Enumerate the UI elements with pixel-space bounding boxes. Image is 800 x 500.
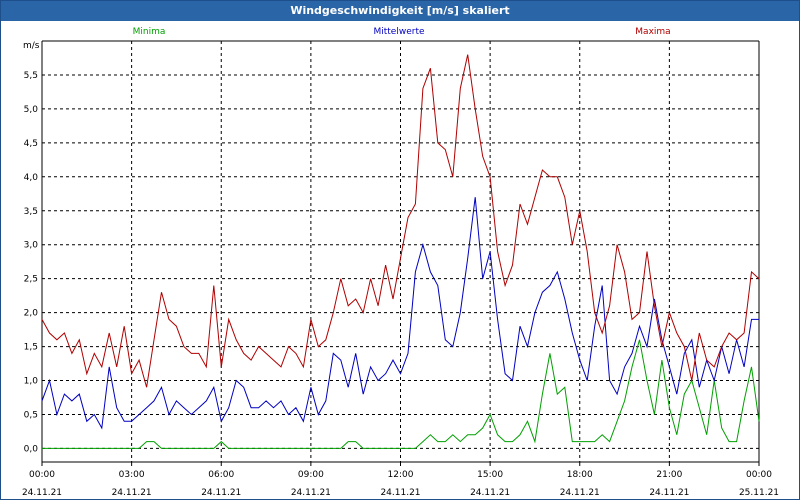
x-tick-time: 00:00 [29,470,55,480]
x-tick-date: 24.11.21 [112,488,152,498]
y-tick-label: 2,5 [24,275,38,285]
x-tick-date: 24.11.21 [470,488,510,498]
y-tick-label: 2,0 [24,309,39,319]
y-tick-label: 4,0 [24,173,39,183]
x-tick-time: 06:00 [208,470,234,480]
x-axis-ticks: 00:00 24.11.21 03:00 24.11.21 06:00 24.11.21 0… [22,462,779,498]
x-tick-date: 24.11.21 [22,488,62,498]
legend-entry-maxima: Maxima [635,27,670,37]
x-tick-time: 12:00 [388,470,414,480]
x-tick-date: 24.11.21 [201,488,241,498]
line-chart: 0,0 0,5 1,0 1,5 2,0 2,5 3,0 3,5 4,0 4,5 5,0 5,5 00:… [22,27,779,498]
x-tick-date: 25.11.21 [739,488,779,498]
y-axis-label: m/s [23,41,40,51]
x-tick-time: 09:00 [298,470,324,480]
x-tick-date: 24.11.21 [560,488,600,498]
chart-window: Windgeschwindigkeit [m/s] skaliert 0,0 0,… [0,0,800,500]
x-tick-time: 21:00 [656,470,682,480]
y-tick-label: 4,5 [24,139,38,149]
y-tick-label: 1,5 [24,343,38,353]
y-tick-label: 0,5 [24,410,38,420]
y-tick-label: 3,0 [24,241,39,251]
x-tick-date: 24.11.21 [380,488,420,498]
legend: Minima Mittelwerte Maxima [133,27,671,37]
x-tick-time: 03:00 [119,470,145,480]
y-tick-label: 5,0 [24,105,39,115]
x-tick-date: 24.11.21 [291,488,331,498]
x-tick-time: 15:00 [477,470,503,480]
y-tick-label: 3,5 [24,207,38,217]
x-tick-time: 00:00 [746,470,772,480]
y-tick-label: 0,0 [24,444,39,454]
window-title: Windgeschwindigkeit [m/s] skaliert [1,1,799,21]
y-tick-label: 5,5 [24,71,38,81]
y-tick-label: 1,0 [24,377,39,387]
x-tick-time: 18:00 [567,470,593,480]
y-axis-ticks: 0,0 0,5 1,0 1,5 2,0 2,5 3,0 3,5 4,0 4,5 5,0 5,5 [24,71,39,454]
legend-entry-minima: Minima [133,27,166,37]
legend-entry-mittelwerte: Mittelwerte [373,27,424,37]
x-tick-date: 24.11.21 [649,488,689,498]
